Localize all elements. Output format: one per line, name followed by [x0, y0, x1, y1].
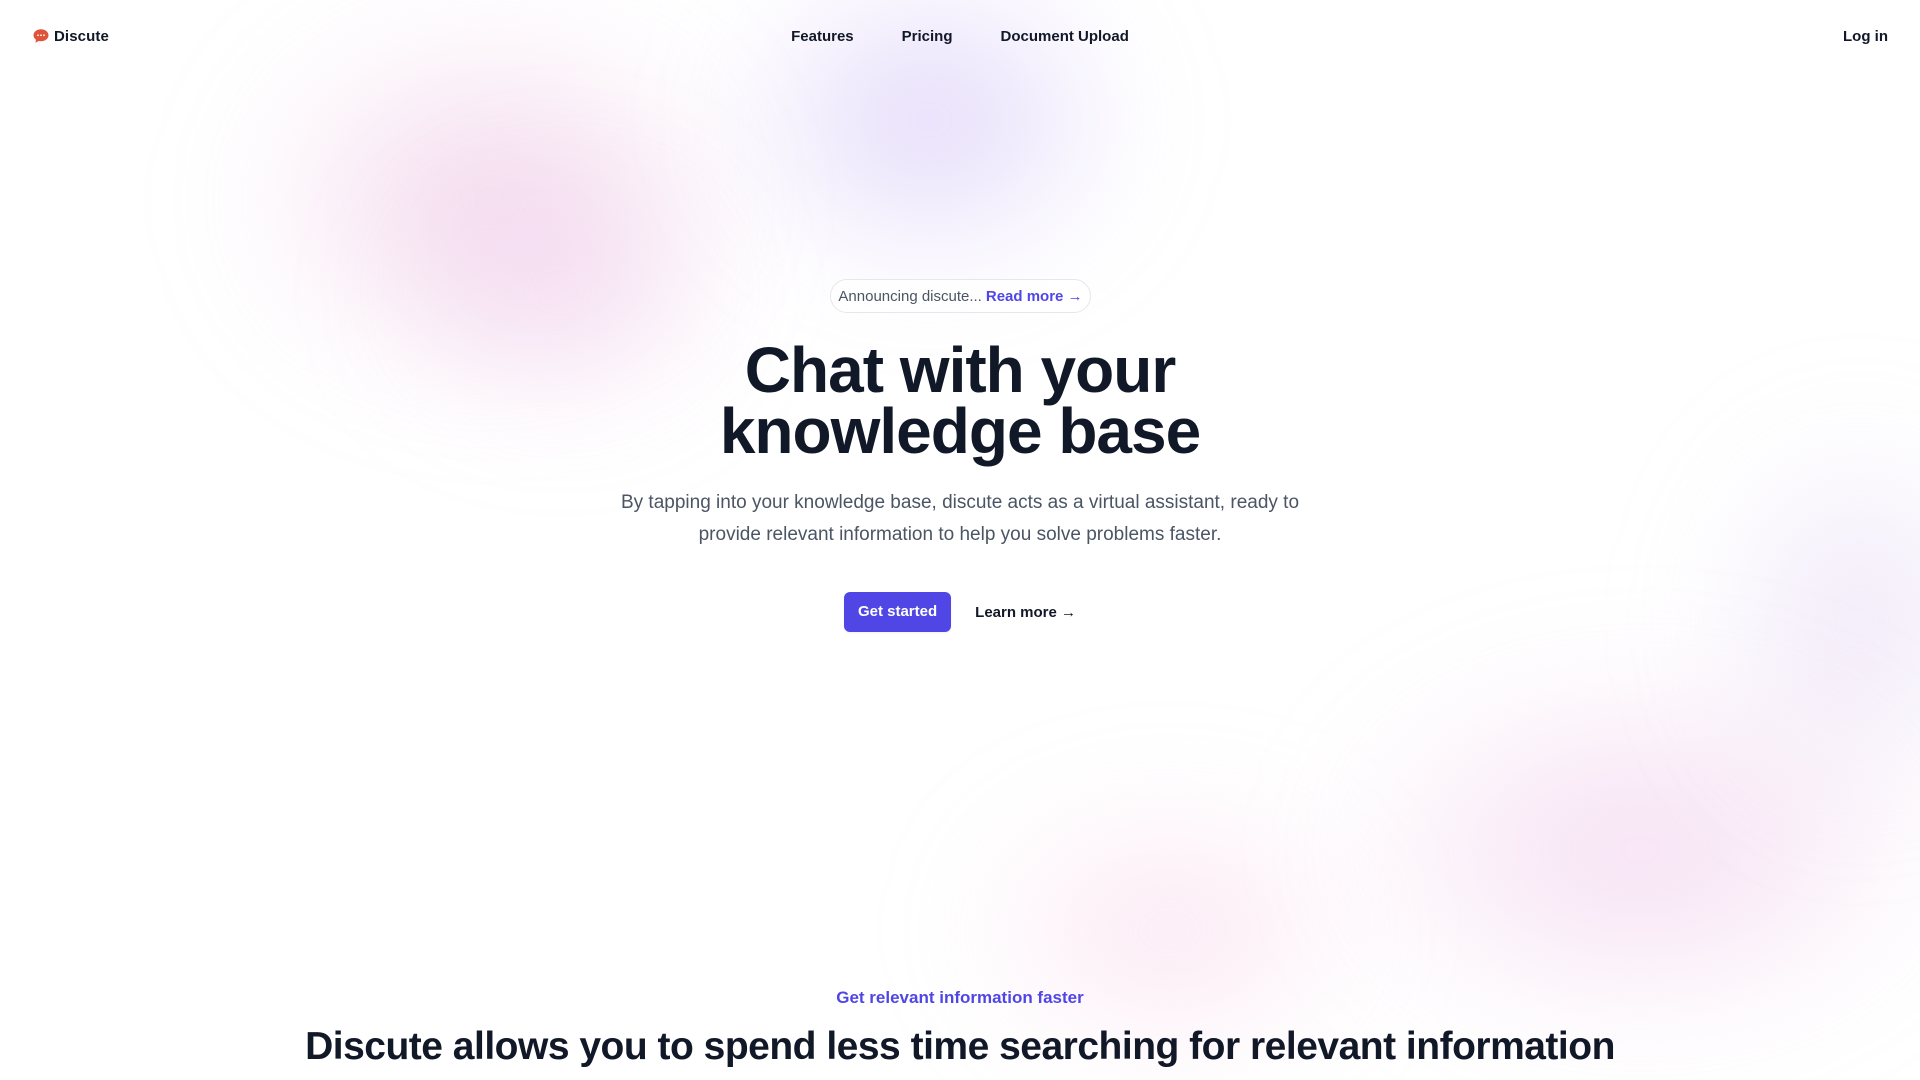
section-eyebrow: Get relevant information faster: [836, 988, 1084, 1007]
hero-actions: Get started Learn more →: [0, 592, 1920, 632]
announcement-pill: Announcing discute... Read more →: [830, 279, 1091, 313]
chat-bubble-icon: [33, 29, 49, 43]
page: Discute Features Pricing Document Upload…: [0, 0, 1920, 1080]
hero-title-line: Chat with your: [744, 334, 1176, 406]
top-navigation: Discute Features Pricing Document Upload…: [0, 0, 1920, 72]
nav-link-pricing[interactable]: Pricing: [902, 28, 953, 45]
hero-subtitle: By tapping into your knowledge base, dis…: [620, 492, 1300, 545]
hero-title: Chat with your knowledge base: [0, 334, 1920, 467]
announcement-text: Announcing discute...: [838, 287, 982, 305]
brand-logo-link[interactable]: Discute: [32, 27, 109, 45]
learn-more-link[interactable]: Learn more →: [975, 604, 1076, 621]
login-link[interactable]: Log in: [1843, 28, 1888, 45]
main-nav: Features Pricing Document Upload: [0, 0, 1920, 72]
section-title: Discute allows you to spend less time se…: [305, 1025, 1615, 1068]
read-more-link[interactable]: Read more →: [986, 288, 1083, 305]
nav-link-document-upload[interactable]: Document Upload: [1001, 28, 1129, 45]
nav-link-features[interactable]: Features: [791, 28, 854, 45]
brand-name: Discute: [54, 27, 109, 45]
get-started-button[interactable]: Get started: [843, 592, 952, 632]
background-gradient: [1320, 660, 1920, 1040]
hero-title-line: knowledge base: [719, 395, 1201, 467]
features-section: Get relevant information faster Discute …: [0, 985, 1920, 1069]
